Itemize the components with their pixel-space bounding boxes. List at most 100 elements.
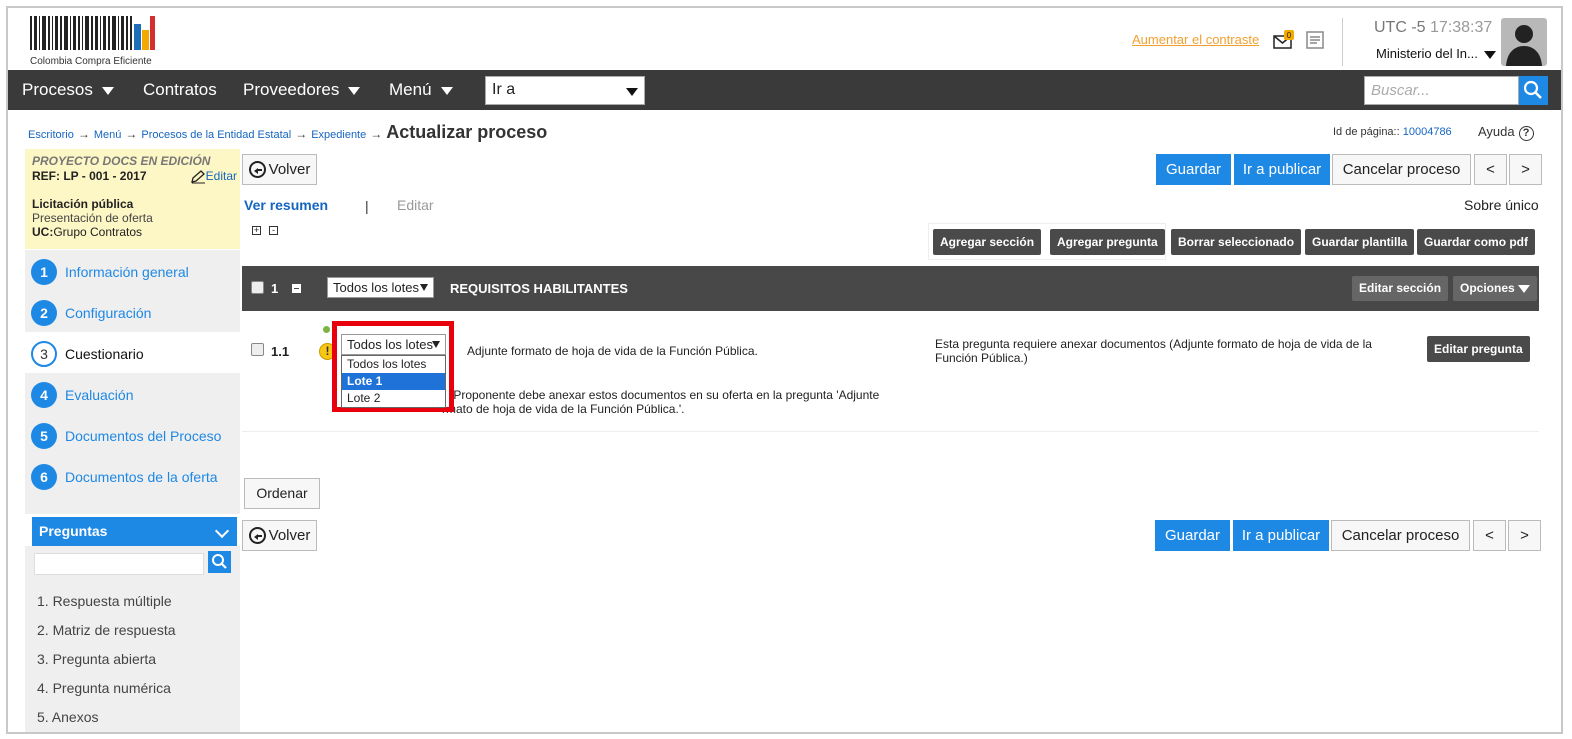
colombia-compra-logo[interactable]: Colombia Compra Eficiente [30, 16, 170, 68]
step-informacion-general[interactable]: 1 Información general [25, 250, 240, 291]
preguntas-panel-header[interactable]: Preguntas [32, 517, 237, 546]
step-cuestionario[interactable]: 3 Cuestionario [25, 332, 240, 373]
tab-ver-resumen[interactable]: Ver resumen [244, 197, 328, 213]
next-button-bottom[interactable]: > [1508, 520, 1541, 551]
step-evaluacion[interactable]: 4 Evaluación [25, 373, 240, 414]
back-label: Volver [268, 161, 311, 178]
current-time: 17:38:37 [1430, 19, 1493, 36]
add-section-button[interactable]: Agregar sección [933, 229, 1042, 255]
pencil-icon [190, 169, 205, 184]
prev-button[interactable]: < [1474, 154, 1507, 185]
step-number: 4 [31, 382, 57, 408]
back-button[interactable]: Volver [242, 154, 317, 185]
entity-selector[interactable]: Ministerio del In... [1376, 46, 1496, 61]
unit-label: UC: [32, 225, 54, 239]
nav-menu-label: Menú [389, 80, 432, 99]
lot-option-2[interactable]: Lote 2 [342, 390, 445, 407]
search-icon [212, 554, 227, 569]
preguntas-search-input[interactable] [34, 553, 204, 575]
nav-procesos-label: Procesos [22, 80, 93, 99]
search-button[interactable] [1519, 76, 1548, 105]
save-button-bottom[interactable]: Guardar [1155, 520, 1230, 551]
logo-text: Colombia Compra Eficiente [30, 56, 152, 67]
add-question-button[interactable]: Agregar pregunta [1050, 229, 1165, 255]
section-lot-select[interactable]: Todos los lotes [327, 277, 434, 298]
process-type: Licitación pública [32, 197, 134, 211]
status-dot-icon [323, 326, 330, 333]
nav-procesos[interactable]: Procesos [22, 80, 114, 100]
question-type-multiple[interactable]: 1. Respuesta múltiple [37, 593, 172, 609]
dropdown-arrow-icon [432, 341, 440, 348]
nav-contratos[interactable]: Contratos [143, 80, 217, 100]
save-button[interactable]: Guardar [1156, 154, 1231, 185]
search-input[interactable]: Buscar... [1364, 76, 1519, 105]
goto-value: Ir a [492, 81, 516, 98]
step-label: Documentos de la oferta [65, 469, 218, 485]
collapse-all-button[interactable]: - [269, 226, 278, 235]
arrow-right-icon: → [77, 127, 90, 141]
help-icon: ? [1518, 126, 1534, 141]
options-label: Opciones [1460, 281, 1515, 295]
steps-footer [25, 496, 240, 514]
step-label: Información general [65, 264, 189, 280]
question-requirement: Esta pregunta requiere anexar documentos… [935, 337, 1372, 365]
chevron-down-icon [101, 86, 114, 95]
breadcrumb-procesos[interactable]: Procesos de la Entidad Estatal [141, 129, 291, 141]
tab-editar[interactable]: Editar [397, 197, 434, 213]
question-type-open[interactable]: 3. Pregunta abierta [37, 651, 156, 667]
back-arrow-icon [248, 526, 266, 544]
increase-contrast-link[interactable]: Aumentar el contraste [1132, 32, 1259, 47]
user-avatar[interactable] [1501, 18, 1547, 66]
breadcrumb: Escritorio → Menú → Procesos de la Entidad E… [28, 122, 547, 143]
question-lot-select[interactable]: Todos los lotes [341, 334, 446, 355]
order-button[interactable]: Ordenar [244, 478, 320, 509]
options-button[interactable]: Opciones [1453, 276, 1537, 301]
cancel-process-button[interactable]: Cancelar proceso [1332, 154, 1471, 185]
tab-separator: | [365, 198, 369, 214]
prev-button-bottom[interactable]: < [1473, 520, 1506, 551]
publish-button-bottom[interactable]: Ir a publicar [1233, 520, 1329, 551]
nav-menu[interactable]: Menú [389, 80, 453, 100]
entity-name: Ministerio del In... [1376, 46, 1478, 61]
arrow-right-icon: → [370, 127, 383, 141]
edit-project-link[interactable]: Editar [190, 169, 237, 184]
question-type-numeric[interactable]: 4. Pregunta numérica [37, 680, 171, 696]
save-pdf-button[interactable]: Guardar como pdf [1417, 229, 1536, 255]
project-card: PROYECTO DOCS EN EDICIÓN REF: LP - 001 -… [25, 149, 240, 249]
edit-question-button[interactable]: Editar pregunta [1427, 336, 1530, 362]
edit-section-button[interactable]: Editar sección [1352, 276, 1449, 301]
next-button[interactable]: > [1509, 154, 1542, 185]
news-icon[interactable] [1305, 30, 1325, 50]
step-configuracion[interactable]: 2 Configuración [25, 291, 240, 332]
lot-option-all[interactable]: Todos los lotes [342, 356, 445, 373]
unit-value: Grupo Contratos [53, 225, 143, 239]
step-number: 1 [31, 259, 57, 285]
publish-button[interactable]: Ir a publicar [1234, 154, 1330, 185]
section-header: 1 Todos los lotes REQUISITOS HABILITANTE… [242, 266, 1539, 311]
cancel-process-button-bottom[interactable]: Cancelar proceso [1331, 520, 1470, 551]
back-button-bottom[interactable]: Volver [242, 520, 317, 551]
collapse-section-icon[interactable] [292, 284, 301, 293]
section-checkbox[interactable] [251, 281, 264, 294]
breadcrumb-expediente[interactable]: Expediente [311, 129, 366, 141]
preguntas-search-button[interactable] [208, 551, 231, 573]
step-documentos-oferta[interactable]: 6 Documentos de la oferta [25, 455, 240, 496]
question-checkbox[interactable] [251, 343, 264, 356]
preguntas-title: Preguntas [39, 523, 108, 539]
breadcrumb-menu[interactable]: Menú [94, 129, 122, 141]
help-link[interactable]: Ayuda? [1478, 124, 1534, 141]
messages-icon[interactable]: 0 [1273, 30, 1295, 50]
question-type-annexes[interactable]: 5. Anexos [37, 709, 99, 725]
goto-select[interactable]: Ir a [485, 76, 645, 105]
nav-proveedores[interactable]: Proveedores [243, 80, 361, 100]
lot-option-1[interactable]: Lote 1 [342, 373, 445, 390]
step-documentos-proceso[interactable]: 5 Documentos del Proceso [25, 414, 240, 455]
expand-collapse-controls: + - [252, 224, 286, 236]
breadcrumb-escritorio[interactable]: Escritorio [28, 129, 74, 141]
question-type-matrix[interactable]: 2. Matriz de respuesta [37, 622, 176, 638]
save-template-button[interactable]: Guardar plantilla [1305, 229, 1415, 255]
search-icon [1523, 80, 1542, 99]
delete-selected-button[interactable]: Borrar seleccionado [1171, 229, 1302, 255]
page-id: Id de página:: 10004786 [1333, 126, 1452, 138]
expand-all-button[interactable]: + [252, 226, 261, 235]
